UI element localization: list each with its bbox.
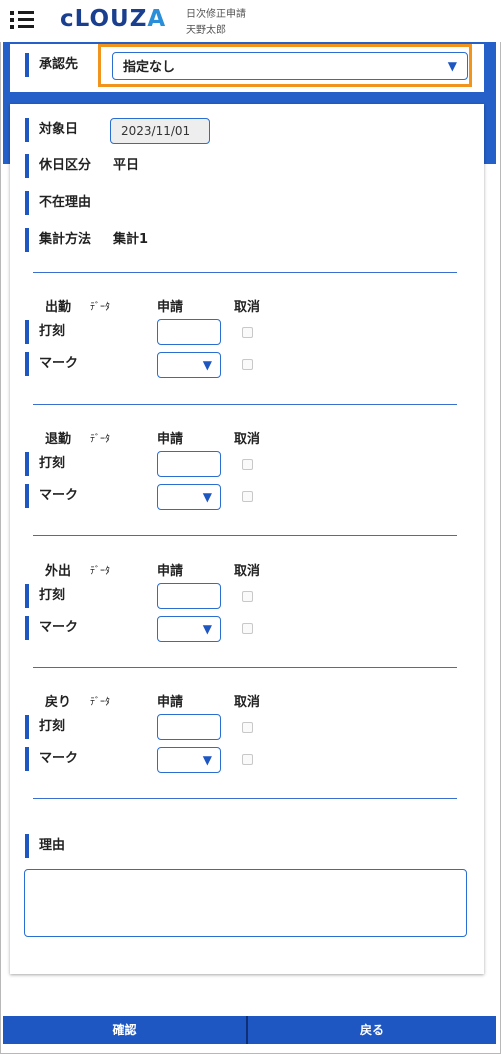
section-title-return: 戻り [45,695,72,710]
chevron-down-icon: ▼ [202,622,212,636]
column-apply: 申請 [157,432,184,447]
divider [33,535,457,536]
clock-out-stamp-input[interactable] [157,451,221,477]
divider [33,272,457,273]
return-mark-select[interactable]: ▼ [157,747,221,773]
holiday-type-label: 休日区分 [25,154,91,178]
column-apply: 申請 [157,564,184,579]
absence-reason-label: 不在理由 [25,191,91,215]
column-cancel: 取消 [234,564,261,579]
return-mark-cancel-checkbox[interactable] [242,754,253,765]
go-out-mark-cancel-checkbox[interactable] [242,623,253,634]
column-cancel: 取消 [234,432,261,447]
footer-bar: 確認 戻る [3,1016,496,1044]
chevron-down-icon: ▼ [202,753,212,767]
holiday-type-value: 平日 [113,158,140,173]
clock-out-mark-select[interactable]: ▼ [157,484,221,510]
chevron-down-icon: ▼ [202,490,212,504]
return-stamp-cancel-checkbox[interactable] [242,722,253,733]
chevron-down-icon: ▼ [202,358,212,372]
highlight-frame [98,44,472,87]
hamburger-menu-icon[interactable] [10,9,36,31]
divider [33,798,457,799]
section-title-clock-out: 退勤 [45,432,72,447]
stamp-label: 打刻 [25,584,65,608]
back-button[interactable]: 戻る [248,1016,496,1044]
target-date-label: 対象日 [25,118,78,142]
column-cancel: 取消 [234,300,261,315]
clock-in-mark-select[interactable]: ▼ [157,352,221,378]
column-cancel: 取消 [234,695,261,710]
clock-out-mark-cancel-checkbox[interactable] [242,491,253,502]
mark-label: マーク [25,484,78,508]
divider [33,667,457,668]
column-data: ﾃﾞｰﾀ [90,302,110,313]
mark-label: マーク [25,747,78,771]
divider [33,404,457,405]
go-out-stamp-cancel-checkbox[interactable] [242,591,253,602]
logo-accent: A [147,6,167,32]
target-date-field[interactable]: 2023/11/01 [110,118,210,144]
column-data: ﾃﾞｰﾀ [90,434,110,445]
return-stamp-input[interactable] [157,714,221,740]
mark-label: マーク [25,616,78,640]
app-logo: cLOUZA [60,6,167,32]
clock-in-stamp-input[interactable] [157,319,221,345]
column-apply: 申請 [157,695,184,710]
column-data: ﾃﾞｰﾀ [90,697,110,708]
section-title-go-out: 外出 [45,564,72,579]
screen-title: 日次修正申請 [186,9,246,20]
clock-out-stamp-cancel-checkbox[interactable] [242,459,253,470]
confirm-button[interactable]: 確認 [3,1016,246,1044]
clock-in-stamp-cancel-checkbox[interactable] [242,327,253,338]
approver-label: 承認先 [25,53,78,77]
section-title-clock-in: 出勤 [45,300,72,315]
stamp-label: 打刻 [25,715,65,739]
app-header: cLOUZA 日次修正申請 天野太郎 [0,0,501,42]
reason-textarea[interactable] [24,869,467,937]
calc-method-label: 集計方法 [25,228,91,252]
clock-in-mark-cancel-checkbox[interactable] [242,359,253,370]
calc-method-value: 集計1 [113,232,149,247]
column-data: ﾃﾞｰﾀ [90,566,110,577]
stamp-label: 打刻 [25,320,65,344]
go-out-mark-select[interactable]: ▼ [157,616,221,642]
column-apply: 申請 [157,300,184,315]
user-name: 天野太郎 [186,25,226,36]
go-out-stamp-input[interactable] [157,583,221,609]
mark-label: マーク [25,352,78,376]
reason-label: 理由 [25,834,65,858]
stamp-label: 打刻 [25,452,65,476]
